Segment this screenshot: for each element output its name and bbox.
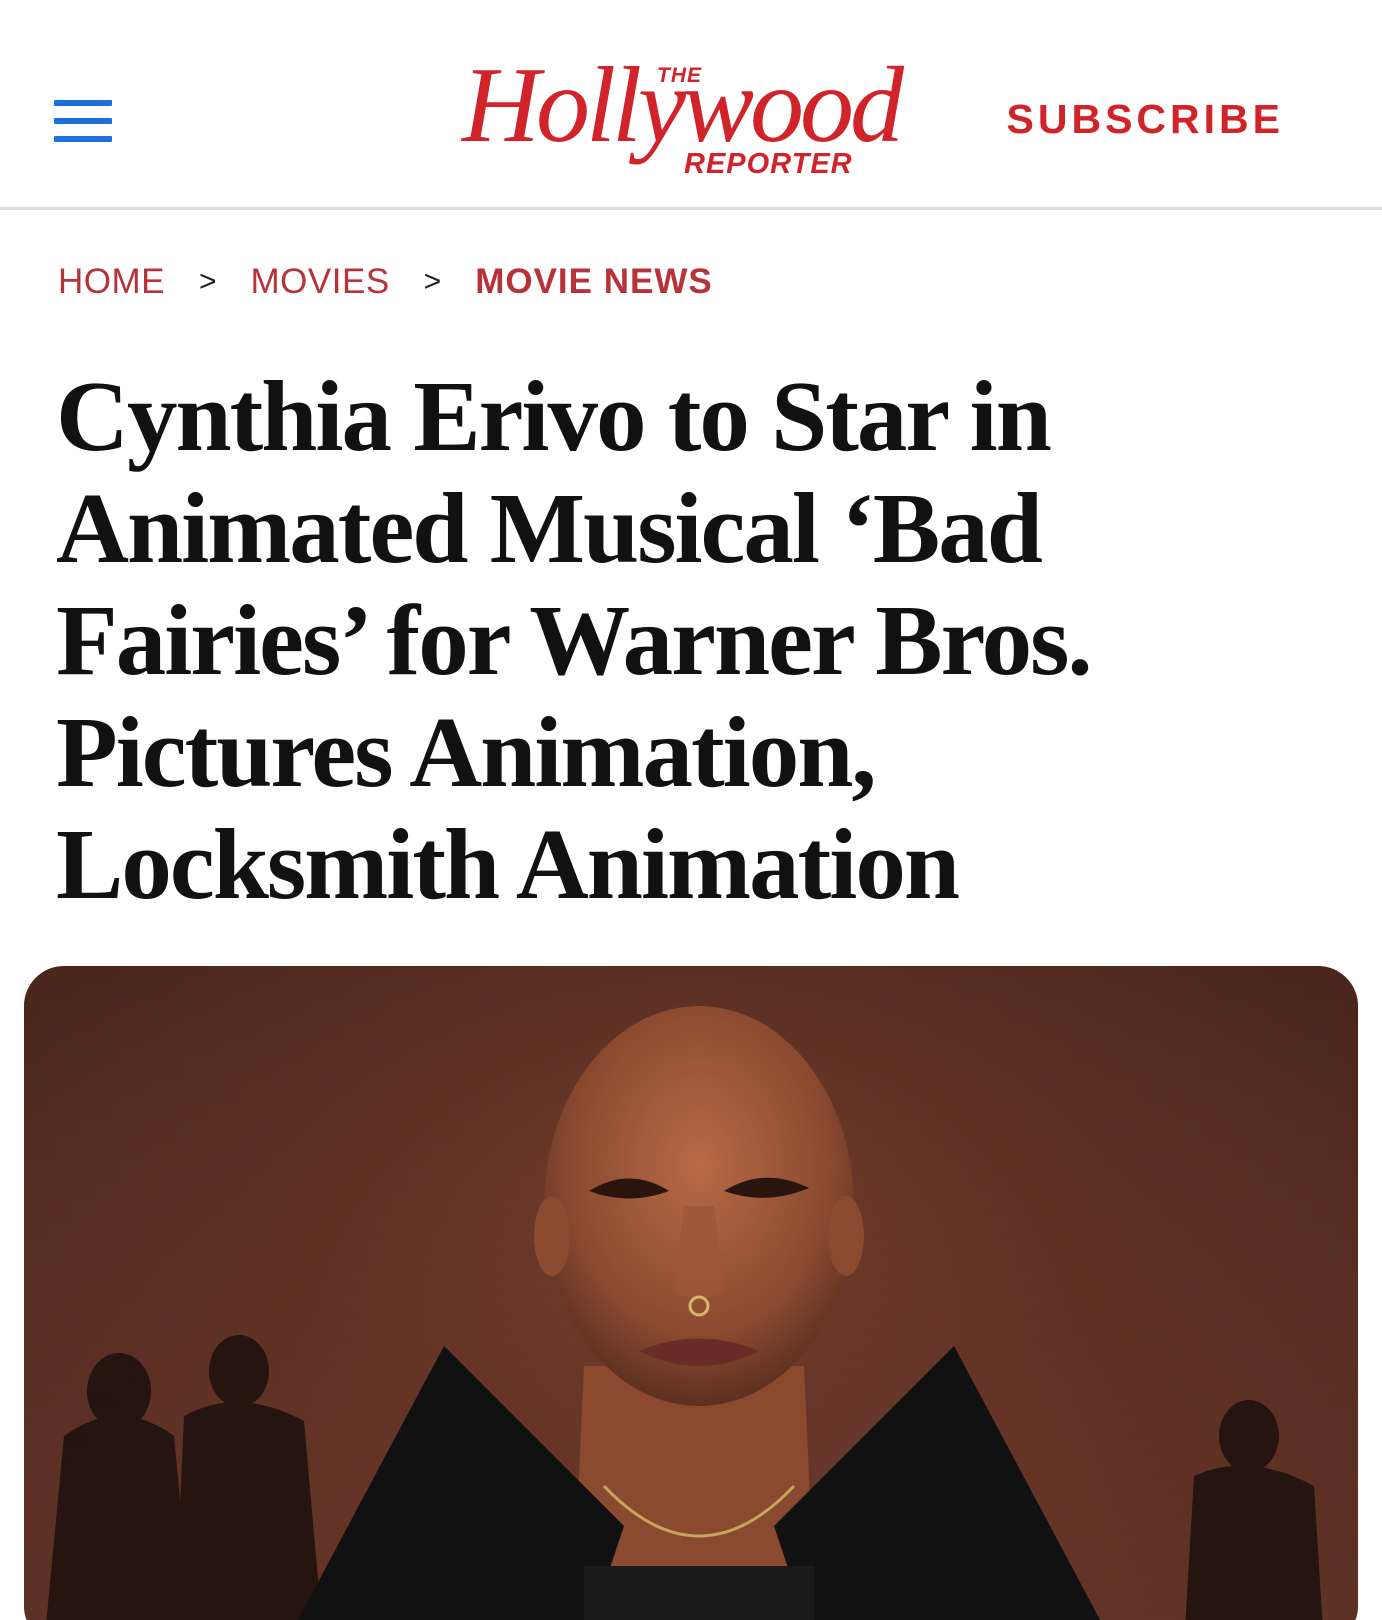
breadcrumb-home[interactable]: HOME (58, 262, 165, 302)
breadcrumb: HOME > MOVIES > MOVIE NEWS (58, 262, 713, 302)
menu-bar (54, 136, 112, 142)
subscribe-button[interactable]: SUBSCRIBE (1007, 96, 1284, 143)
hamburger-menu-icon[interactable] (54, 100, 112, 142)
breadcrumb-separator: > (199, 265, 217, 298)
logo-reporter: REPORTER (680, 150, 857, 179)
breadcrumb-separator: > (423, 265, 442, 298)
menu-bar (54, 100, 112, 106)
site-header: Hollywood THE REPORTER SUBSCRIBE (0, 0, 1382, 210)
breadcrumb-movies[interactable]: MOVIES (251, 262, 390, 302)
breadcrumb-movie-news[interactable]: MOVIE NEWS (475, 262, 713, 302)
logo-the: THE (654, 64, 705, 88)
site-logo[interactable]: Hollywood THE REPORTER (462, 52, 922, 182)
menu-bar (54, 118, 112, 124)
article-headline: Cynthia Erivo to Star in Animated Musica… (56, 360, 1093, 920)
hero-photo-illustration (24, 966, 1358, 1620)
hero-photo (24, 966, 1358, 1620)
